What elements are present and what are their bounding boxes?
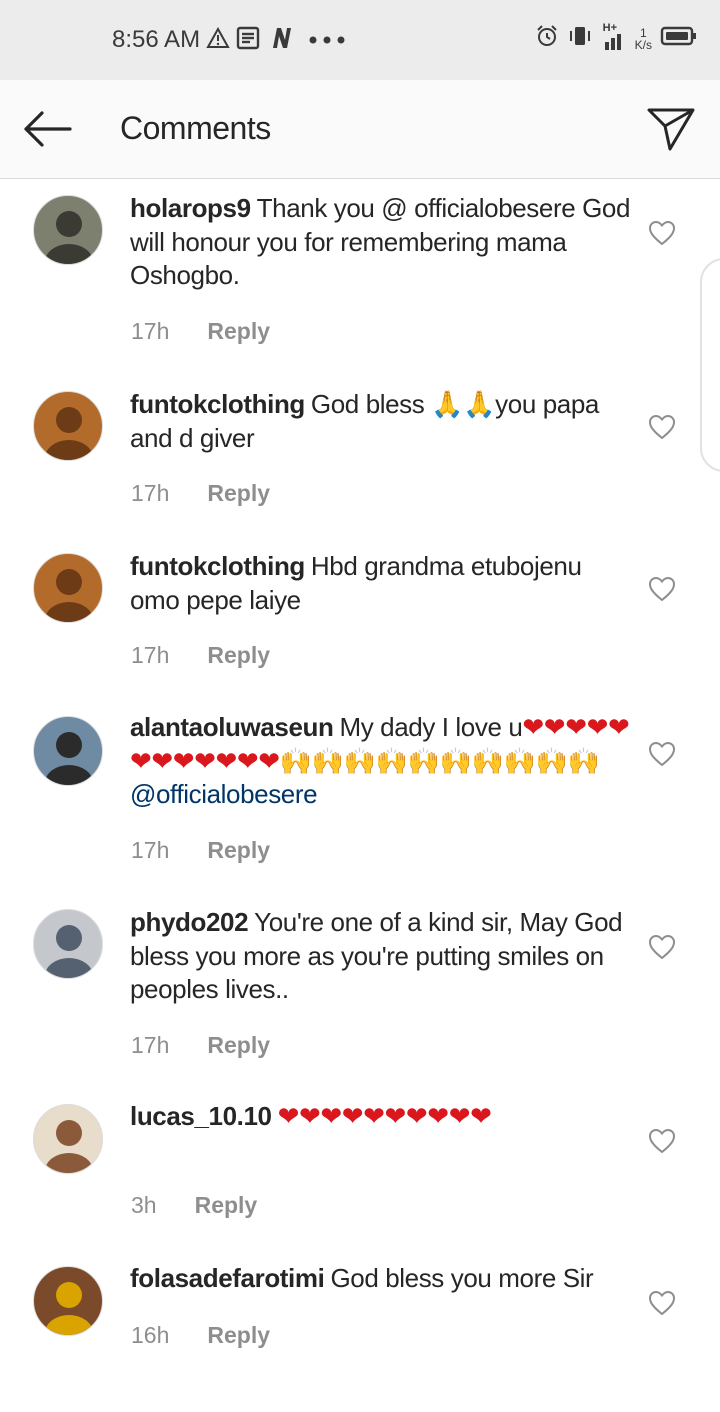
avatar-image <box>45 211 93 264</box>
comment-text: lucas_10.10 ❤❤❤❤❤❤❤❤❤❤ <box>130 1100 635 1134</box>
like-button[interactable] <box>648 934 676 960</box>
avatar-image <box>45 1282 93 1335</box>
reply-button[interactable]: Reply <box>207 1032 270 1058</box>
heart-outline-icon <box>648 414 676 440</box>
network-speed-value: 1 <box>639 25 647 40</box>
n-app-icon <box>268 26 296 55</box>
status-right-icons: H+ 1 K/s <box>535 22 698 53</box>
comment-text: folasadefarotimi God bless you more Sir <box>130 1262 635 1296</box>
comment-item: phydo202 You're one of a kind sir, May Go… <box>0 906 720 1059</box>
avatar[interactable] <box>33 716 103 786</box>
comment-time: 3h <box>131 1192 157 1218</box>
comment-username[interactable]: phydo202 <box>130 907 249 937</box>
network-speed-unit: K/s <box>634 37 652 52</box>
comment-meta: 3h Reply <box>131 1192 257 1219</box>
avatar[interactable] <box>33 1266 103 1336</box>
heart-outline-icon <box>648 934 676 960</box>
like-button[interactable] <box>648 1128 676 1154</box>
comment-meta: 17h Reply <box>131 642 270 669</box>
avatar-image <box>45 925 93 978</box>
avatar[interactable] <box>33 195 103 265</box>
comment-meta: 17h Reply <box>131 480 270 507</box>
avatar-image <box>45 569 93 622</box>
comment-item: alantaoluwaseun My dady I love u❤❤❤❤❤❤❤❤❤… <box>0 711 720 864</box>
avatar-image <box>45 732 93 785</box>
reply-button[interactable]: Reply <box>207 480 270 506</box>
like-button[interactable] <box>648 576 676 602</box>
comment-meta: 16h Reply <box>131 1322 270 1349</box>
comment-text: holarops9 Thank you @ officialobesere God… <box>130 192 635 293</box>
like-button[interactable] <box>648 1290 676 1316</box>
comment-body: My dady I love u <box>339 712 523 742</box>
comment-meta: 17h Reply <box>131 318 270 345</box>
comment-time: 17h <box>131 318 170 344</box>
comment-time: 17h <box>131 642 170 668</box>
avatar[interactable] <box>33 909 103 979</box>
comment-text: funtokclothing God bless 🙏🙏you papa and d… <box>130 388 635 455</box>
avatar[interactable] <box>33 553 103 623</box>
battery-icon <box>660 25 698 52</box>
status-time: 8:56 AM <box>112 26 201 53</box>
comment-item: funtokclothing God bless 🙏🙏you papa and d… <box>0 388 720 538</box>
comment-text: phydo202 You're one of a kind sir, May Go… <box>130 906 635 1007</box>
status-bar: 8:56 AM H+ 1 K/s <box>0 0 720 80</box>
heart-outline-icon <box>648 1290 676 1316</box>
comment-username[interactable]: holarops9 <box>130 193 251 223</box>
heart-outline-icon <box>648 576 676 602</box>
heart-outline-icon <box>648 741 676 767</box>
comment-time: 17h <box>131 837 170 863</box>
share-button[interactable] <box>646 104 696 154</box>
more-dots-icon <box>308 32 346 50</box>
comment-item: folasadefarotimi God bless you more Sir 16… <box>0 1262 720 1412</box>
signal-h-plus-icon: H+ <box>601 22 627 52</box>
mention-link[interactable]: @officialobesere <box>130 779 318 809</box>
paper-plane-icon <box>647 108 695 151</box>
comment-meta: 17h Reply <box>131 837 270 864</box>
reply-button[interactable]: Reply <box>207 642 270 668</box>
vibrate-icon <box>567 24 593 53</box>
comment-time: 17h <box>131 1032 170 1058</box>
alarm-icon <box>535 24 559 53</box>
comment-username[interactable]: lucas_10.10 <box>130 1101 272 1131</box>
comment-item: funtokclothing Hbd grandma etubojenu omo … <box>0 550 720 700</box>
comment-username[interactable]: alantaoluwaseun <box>130 712 334 742</box>
like-button[interactable] <box>648 414 676 440</box>
reply-button[interactable]: Reply <box>207 318 270 344</box>
status-left-icons <box>206 26 346 55</box>
comment-text: funtokclothing Hbd grandma etubojenu omo … <box>130 550 635 617</box>
reply-button[interactable]: Reply <box>207 1322 270 1348</box>
comment-time: 16h <box>131 1322 170 1348</box>
like-button[interactable] <box>648 220 676 246</box>
arrow-left-icon <box>24 111 72 147</box>
reply-button[interactable]: Reply <box>207 837 270 863</box>
avatar-image <box>45 407 93 460</box>
comment-body: God bless <box>310 389 432 419</box>
like-button[interactable] <box>648 741 676 767</box>
avatar[interactable] <box>33 391 103 461</box>
emoji-text: 🙏🙏 <box>431 389 496 419</box>
emoji-text: 🙌🙌🙌🙌🙌🙌🙌🙌🙌🙌 <box>279 745 600 776</box>
comment-username[interactable]: folasadefarotimi <box>130 1263 325 1293</box>
news-icon <box>236 26 262 55</box>
comments-header: Comments <box>0 80 720 179</box>
heart-outline-icon <box>648 1128 676 1154</box>
comment-item: holarops9 Thank you @ officialobesere God… <box>0 192 720 345</box>
comment-meta: 17h Reply <box>131 1032 270 1059</box>
comment-time: 17h <box>131 480 170 506</box>
page-title: Comments <box>120 110 271 146</box>
comment-text: alantaoluwaseun My dady I love u❤❤❤❤❤❤❤❤❤… <box>130 711 635 812</box>
reply-button[interactable]: Reply <box>195 1192 258 1218</box>
avatar[interactable] <box>33 1104 103 1174</box>
avatar-image <box>45 1120 93 1173</box>
comment-username[interactable]: funtokclothing <box>130 389 305 419</box>
warning-icon <box>206 26 230 54</box>
back-button[interactable] <box>20 106 76 152</box>
comment-body: God bless you more Sir <box>330 1263 594 1293</box>
comment-item: lucas_10.10 ❤❤❤❤❤❤❤❤❤❤ 3h Reply <box>0 1100 720 1250</box>
heart-outline-icon <box>648 220 676 246</box>
network-speed-icon: 1 K/s <box>635 27 652 51</box>
comment-username[interactable]: funtokclothing <box>130 551 305 581</box>
emoji-text: ❤❤❤❤❤❤❤❤❤❤ <box>277 1101 492 1131</box>
